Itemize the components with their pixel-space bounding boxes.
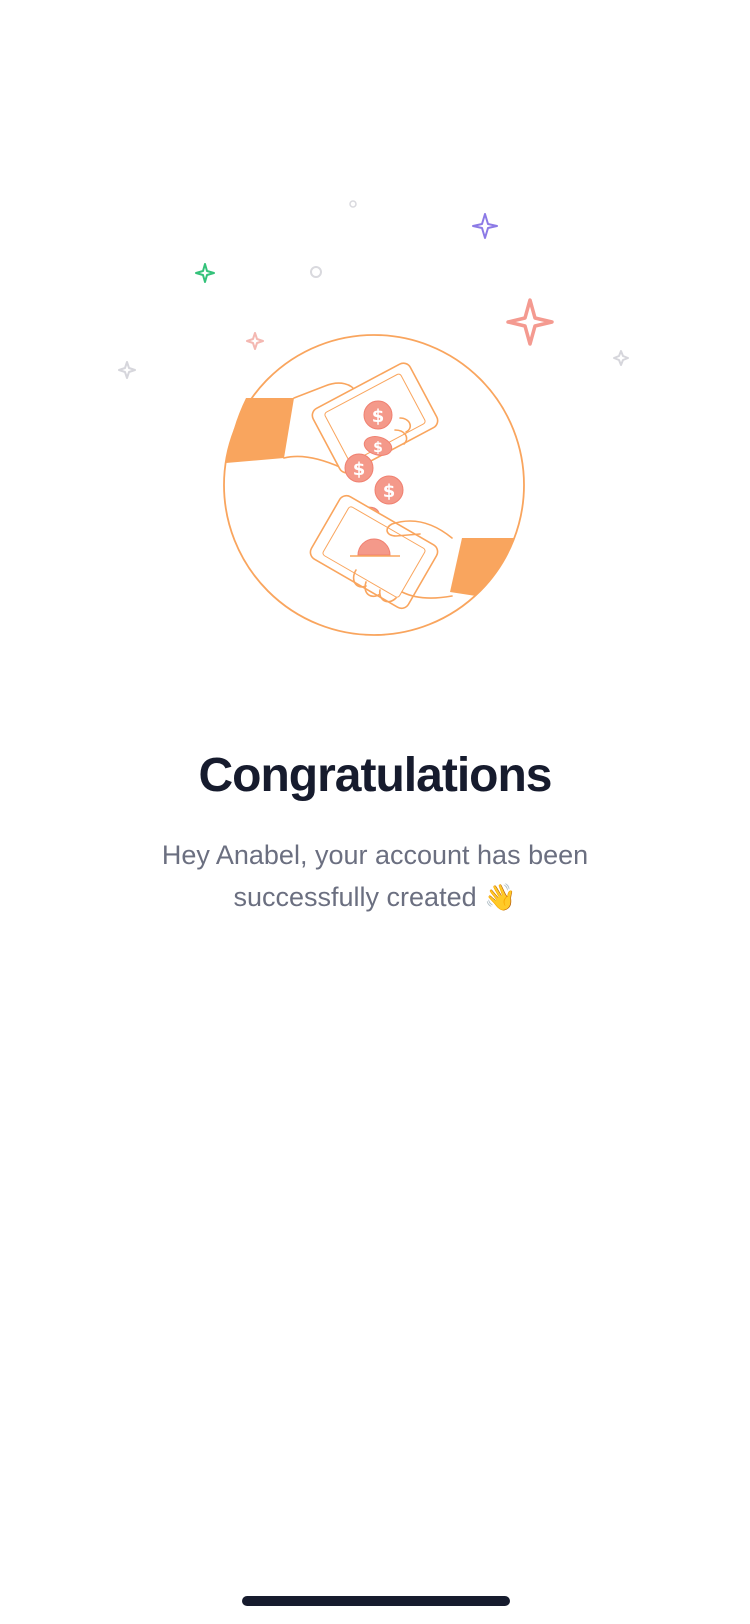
sleeve-top-left (226, 398, 294, 463)
svg-text:$: $ (383, 481, 396, 502)
coin-icon: $ (344, 453, 374, 483)
success-message: Hey Anabel, your account has been succes… (125, 834, 625, 919)
illustration: $ $ $ $ $ (118, 200, 629, 636)
sleeve-bottom-right (450, 538, 514, 596)
sparkle-icon (246, 332, 264, 350)
page-title: Congratulations (198, 749, 553, 802)
svg-text:$: $ (373, 440, 383, 456)
svg-text:$: $ (353, 459, 366, 480)
decor-dot (310, 266, 322, 278)
home-indicator[interactable] (242, 1596, 510, 1606)
sparkle-icon (472, 213, 498, 239)
coin-icon: $ (374, 475, 404, 505)
sparkle-icon (506, 298, 554, 346)
coin-icon: $ (363, 400, 393, 430)
sparkle-icon (195, 263, 215, 283)
sparkle-icon (118, 361, 136, 379)
success-message-text: Hey Anabel, your account has been succes… (161, 840, 589, 912)
sparkle-icon (613, 350, 629, 366)
decor-dot (349, 200, 357, 208)
waving-hand-icon: 👋 (484, 883, 517, 913)
svg-text:$: $ (372, 406, 385, 427)
